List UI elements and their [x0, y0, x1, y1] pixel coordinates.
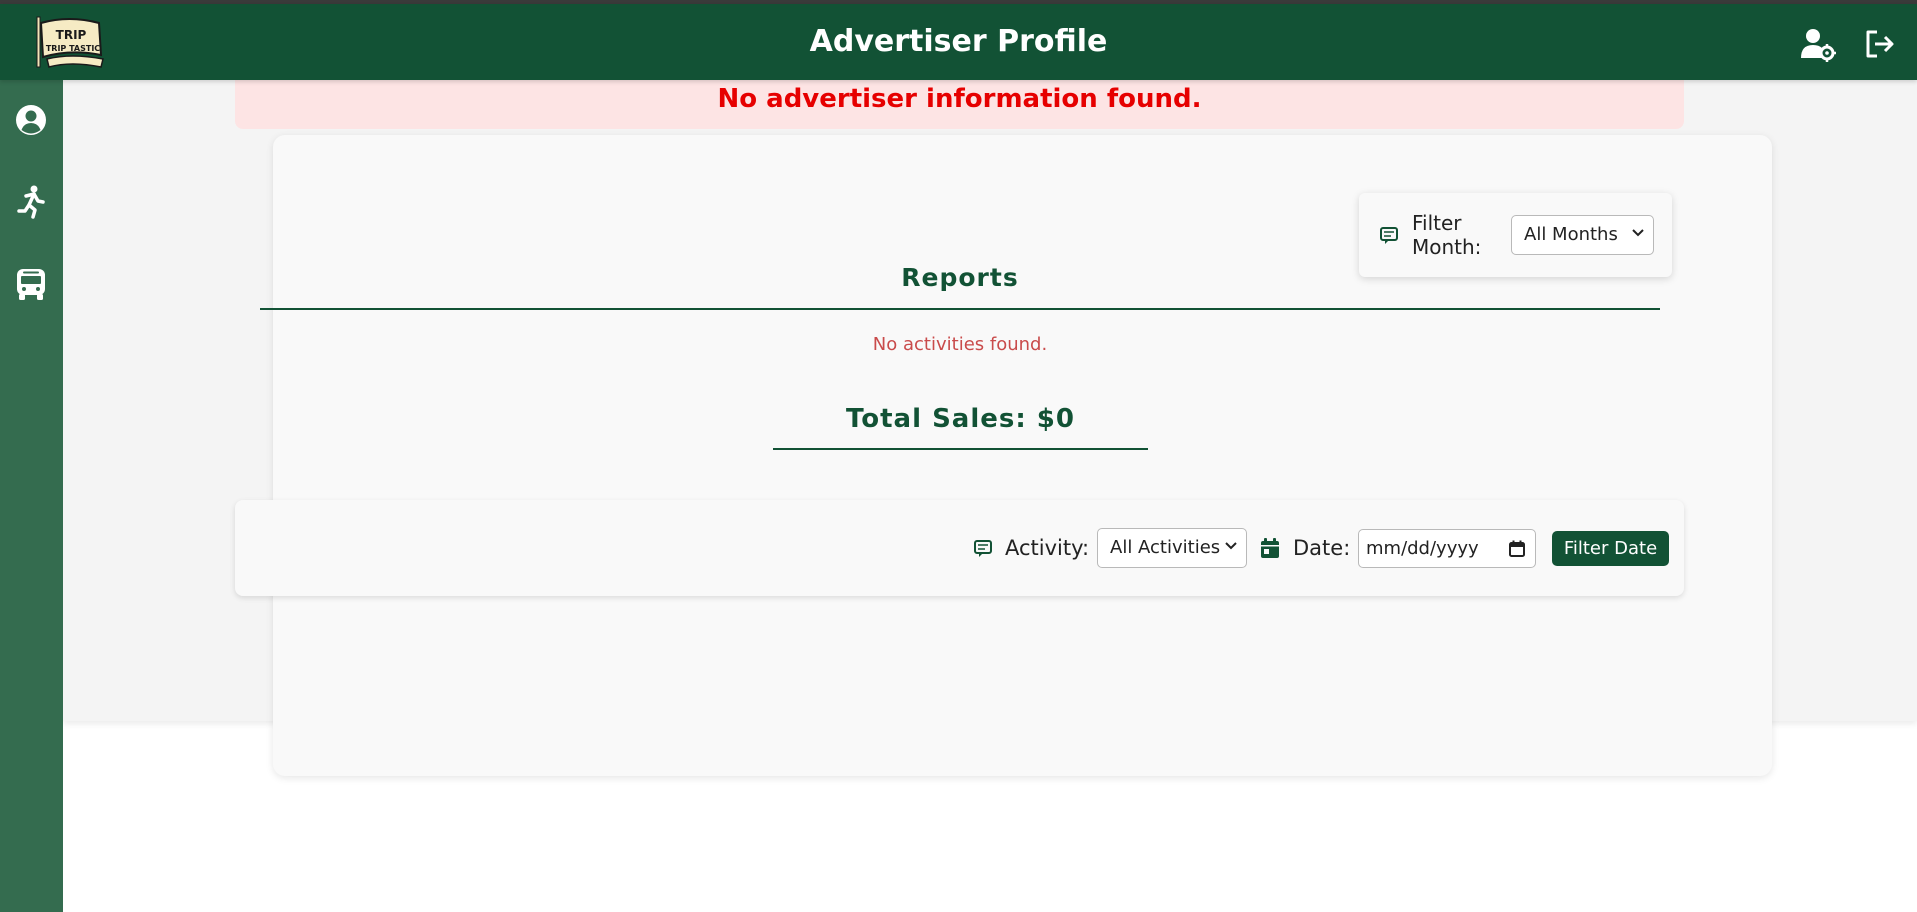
activity-icon[interactable] — [13, 184, 49, 220]
date-label: Date: — [1293, 536, 1351, 560]
bus-icon[interactable] — [13, 266, 49, 302]
reports-heading: Reports — [901, 263, 1019, 292]
chevron-down-icon — [1632, 229, 1644, 237]
filter-date-button[interactable]: Filter Date — [1552, 531, 1669, 566]
logout-icon[interactable] — [1862, 26, 1898, 62]
total-sales: Total Sales: $0 — [845, 404, 1075, 434]
chevron-down-icon — [1225, 542, 1237, 550]
message-icon — [974, 540, 992, 557]
total-sales-divider — [773, 448, 1148, 450]
content-area — [63, 80, 1917, 776]
empty-state-message: No activities found. — [872, 334, 1048, 355]
activity-select[interactable]: All Activities — [1097, 528, 1247, 568]
message-icon — [1380, 227, 1398, 244]
user-settings-icon[interactable] — [1800, 26, 1836, 62]
month-select[interactable]: All Months — [1511, 215, 1654, 255]
reports-divider — [260, 308, 1660, 310]
calendar-icon — [1261, 538, 1279, 558]
month-select-value: All Months — [1524, 224, 1618, 245]
activity-label: Activity: — [1005, 536, 1090, 560]
sidebar — [0, 80, 63, 912]
calendar-picker-icon[interactable] — [1509, 540, 1525, 557]
date-input-placeholder: mm/dd/yyyy — [1366, 538, 1479, 559]
date-input[interactable]: mm/dd/yyyy — [1358, 529, 1536, 568]
filter-month-label: Filter Month: — [1412, 211, 1482, 259]
activity-select-value: All Activities — [1110, 537, 1221, 558]
page-title: Advertiser Profile — [809, 24, 1108, 59]
top-header-bar: TRIP TRIP TASTIC Advertiser Profile — [0, 4, 1917, 80]
profile-icon[interactable] — [13, 102, 49, 138]
